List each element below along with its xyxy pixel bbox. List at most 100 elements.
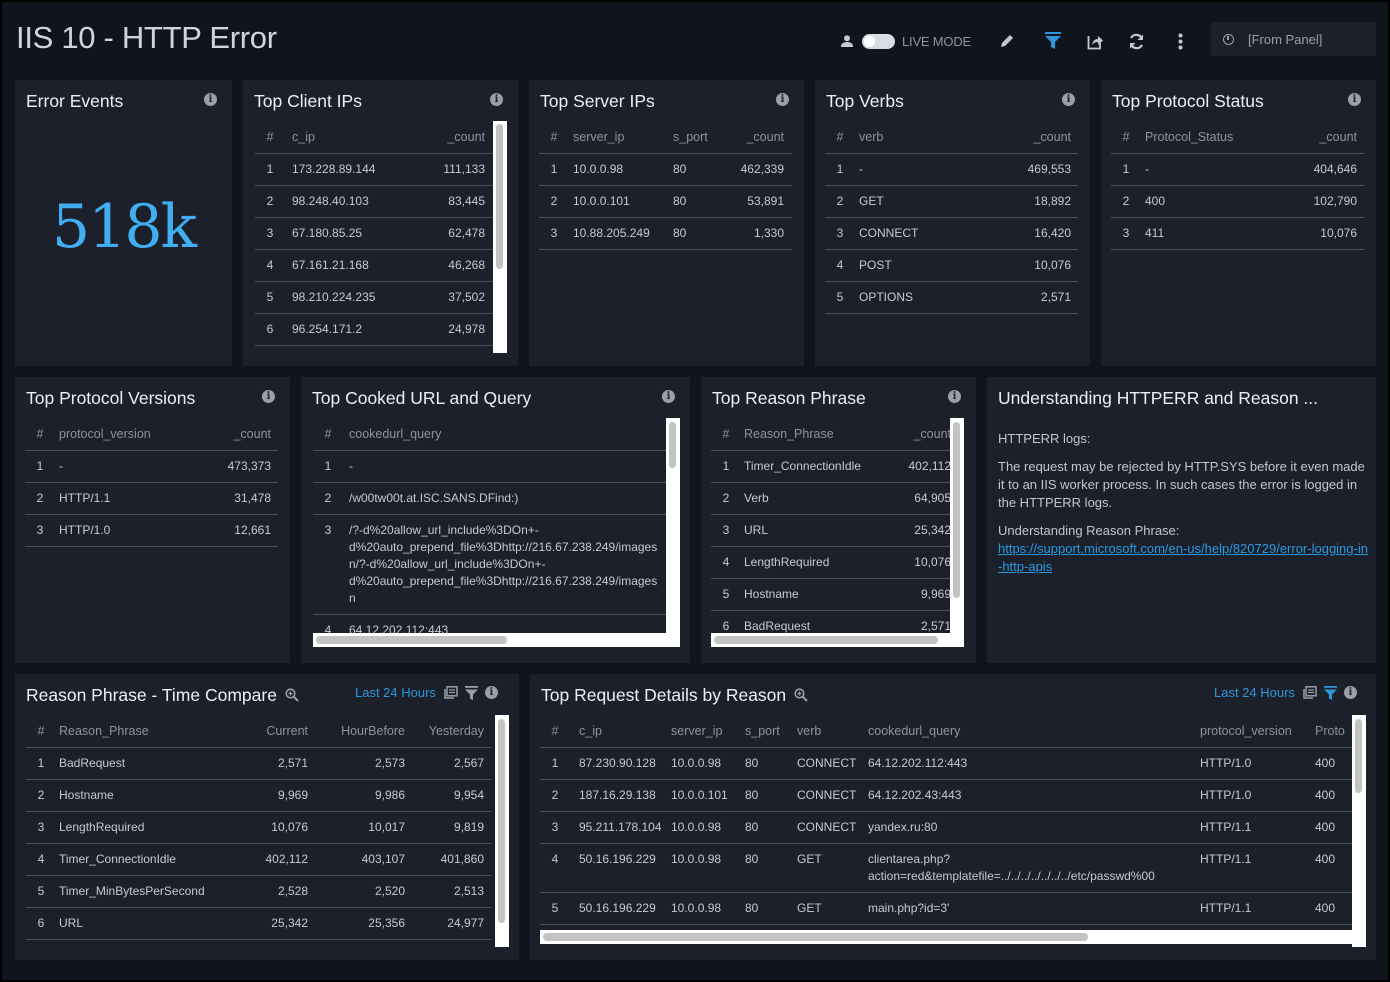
column-header[interactable]: cookedurl_query (343, 418, 666, 451)
info-icon[interactable]: i (490, 93, 503, 106)
filter-icon[interactable] (464, 685, 478, 700)
info-icon[interactable]: i (1062, 93, 1075, 106)
table-row[interactable]: 3 95.211.178.104 10.0.0.98 80 CONNECT yandex.… (540, 811, 1353, 844)
user-icon[interactable] (840, 34, 854, 48)
column-header[interactable]: Proto (1315, 715, 1353, 748)
column-header[interactable]: # (26, 715, 56, 748)
horizontal-scrollbar[interactable] (540, 930, 1352, 944)
table-row[interactable]: 3 HTTP/1.0 12,661 (25, 514, 278, 547)
info-icon[interactable]: i (262, 390, 275, 403)
column-header[interactable]: server_ip (671, 715, 745, 748)
table-row[interactable]: 3 67.180.85.25 62,478 (255, 217, 493, 250)
table-row[interactable]: 4 POST 10,076 (825, 249, 1078, 282)
live-mode-toggle[interactable] (862, 33, 895, 49)
table-row[interactable]: 5 98.210.224.235 37,502 (255, 281, 493, 314)
table-row[interactable]: 2 HTTP/1.1 31,478 (25, 482, 278, 515)
table-row[interactable]: 1-473,373 (25, 450, 278, 483)
table-row[interactable]: 2 GET 18,892 (825, 185, 1078, 218)
table-row[interactable]: 2 Hostname 9,969 9,986 9,954 (26, 779, 492, 812)
column-header[interactable]: _count (419, 121, 493, 154)
column-header[interactable]: HourBefore (308, 715, 405, 748)
vertical-scrollbar[interactable] (666, 418, 680, 636)
table-row[interactable]: 2 187.16.29.138 10.0.0.101 80 CONNECT 64.12.2… (540, 779, 1353, 812)
copy-icon[interactable] (444, 686, 458, 699)
table-row[interactable]: 2 10.0.0.101 80 53,891 (539, 185, 792, 218)
vertical-scrollbar[interactable] (493, 121, 507, 353)
table-row[interactable]: 4 67.161.21.168 46,268 (255, 249, 493, 282)
info-icon[interactable]: i (1348, 93, 1361, 106)
column-header[interactable]: # (255, 121, 285, 154)
column-header[interactable]: _count (896, 418, 950, 451)
table-row[interactable]: 1- (313, 450, 666, 483)
column-header[interactable]: s_port (673, 121, 723, 154)
column-header[interactable]: protocol_version (55, 418, 202, 451)
microsoft-support-link[interactable]: https://support.microsoft.com/en-us/help… (998, 541, 1368, 574)
table-row[interactable]: 1-469,553 (825, 153, 1078, 186)
horizontal-scrollbar[interactable] (711, 633, 964, 647)
info-icon[interactable]: i (484, 686, 498, 699)
info-icon[interactable]: i (662, 390, 675, 403)
table-row[interactable]: 2 Verb 64,905 (711, 482, 950, 515)
table-row[interactable]: 6 96.254.171.2 24,978 (255, 313, 493, 346)
zoom-in-icon[interactable] (794, 686, 808, 707)
column-header[interactable]: _count (723, 121, 792, 154)
table-row[interactable]: 3 LengthRequired 10,076 10,017 9,819 (26, 811, 492, 844)
table-row[interactable]: 1 10.0.0.98 80 462,339 (539, 153, 792, 186)
column-header[interactable]: Yesterday (405, 715, 492, 748)
info-icon[interactable]: i (1343, 686, 1357, 699)
time-range-selector[interactable]: [From Panel] (1211, 22, 1376, 56)
column-header[interactable]: _count (979, 121, 1078, 154)
column-header[interactable]: _count (201, 418, 278, 451)
column-header[interactable]: _count (1285, 121, 1364, 154)
refresh-icon[interactable] (1128, 33, 1145, 50)
info-icon[interactable]: i (948, 390, 961, 403)
column-header[interactable]: verb (855, 121, 980, 154)
table-row[interactable]: 3 URL 25,342 (711, 514, 950, 547)
table-row[interactable]: 4 Timer_ConnectionIdle 402,112 403,107 401,8… (26, 843, 492, 876)
table-row[interactable]: 5 50.16.196.229 10.0.0.98 80 GET main.php?id=… (540, 892, 1353, 925)
table-row[interactable]: 3 10.88.205.249 80 1,330 (539, 217, 792, 250)
time-range-link[interactable]: Last 24 Hours (1214, 685, 1295, 700)
table-row[interactable]: 6 URL 25,342 25,356 24,977 (26, 907, 492, 940)
column-header[interactable]: Current (228, 715, 308, 748)
table-row[interactable]: 1 BadRequest 2,571 2,573 2,567 (26, 747, 492, 780)
column-header[interactable]: # (539, 121, 569, 154)
more-vertical-icon[interactable] (1178, 33, 1183, 50)
filter-icon[interactable] (1323, 685, 1337, 700)
column-header[interactable]: c_ip (285, 121, 420, 154)
table-row[interactable]: 3 CONNECT 16,420 (825, 217, 1078, 250)
column-header[interactable]: protocol_version (1200, 715, 1315, 748)
vertical-scrollbar[interactable] (950, 418, 964, 636)
column-header[interactable]: # (1111, 121, 1141, 154)
share-icon[interactable] (1087, 33, 1104, 50)
column-header[interactable]: Protocol_Status (1141, 121, 1286, 154)
table-row[interactable]: 3 411 10,076 (1111, 217, 1364, 250)
column-header[interactable]: # (25, 418, 55, 451)
table-row[interactable]: 2 98.248.40.103 83,445 (255, 185, 493, 218)
table-row[interactable]: 1 173.228.89.144 111,133 (255, 153, 493, 186)
edit-pencil-icon[interactable] (999, 33, 1015, 49)
table-row[interactable]: 4 LengthRequired 10,076 (711, 546, 950, 579)
table-row[interactable]: 1 87.230.90.128 10.0.0.98 80 CONNECT 64.12.20… (540, 747, 1353, 780)
info-icon[interactable]: i (776, 93, 789, 106)
column-header[interactable]: Reason_Phrase (741, 418, 897, 451)
vertical-scrollbar[interactable] (495, 715, 509, 947)
column-header[interactable]: Reason_Phrase (56, 715, 228, 748)
info-icon[interactable]: i (204, 93, 217, 106)
table-row[interactable]: 5 Hostname 9,969 (711, 578, 950, 611)
table-row[interactable]: 1 Timer_ConnectionIdle 402,112 (711, 450, 950, 483)
table-row[interactable]: 5 OPTIONS 2,571 (825, 281, 1078, 314)
time-range-link[interactable]: Last 24 Hours (355, 685, 436, 700)
column-header[interactable]: cookedurl_query (868, 715, 1200, 748)
column-header[interactable]: c_ip (570, 715, 671, 748)
copy-icon[interactable] (1303, 686, 1317, 699)
table-row[interactable]: 1-404,646 (1111, 153, 1364, 186)
column-header[interactable]: # (825, 121, 855, 154)
vertical-scrollbar[interactable] (1352, 715, 1366, 947)
table-row[interactable]: 4 50.16.196.229 10.0.0.98 80 GET clientarea.p… (540, 843, 1353, 893)
horizontal-scrollbar[interactable] (313, 633, 680, 647)
filter-icon[interactable] (1045, 32, 1061, 50)
column-header[interactable]: verb (797, 715, 868, 748)
table-row[interactable]: 2 400 102,790 (1111, 185, 1364, 218)
column-header[interactable]: # (540, 715, 570, 748)
